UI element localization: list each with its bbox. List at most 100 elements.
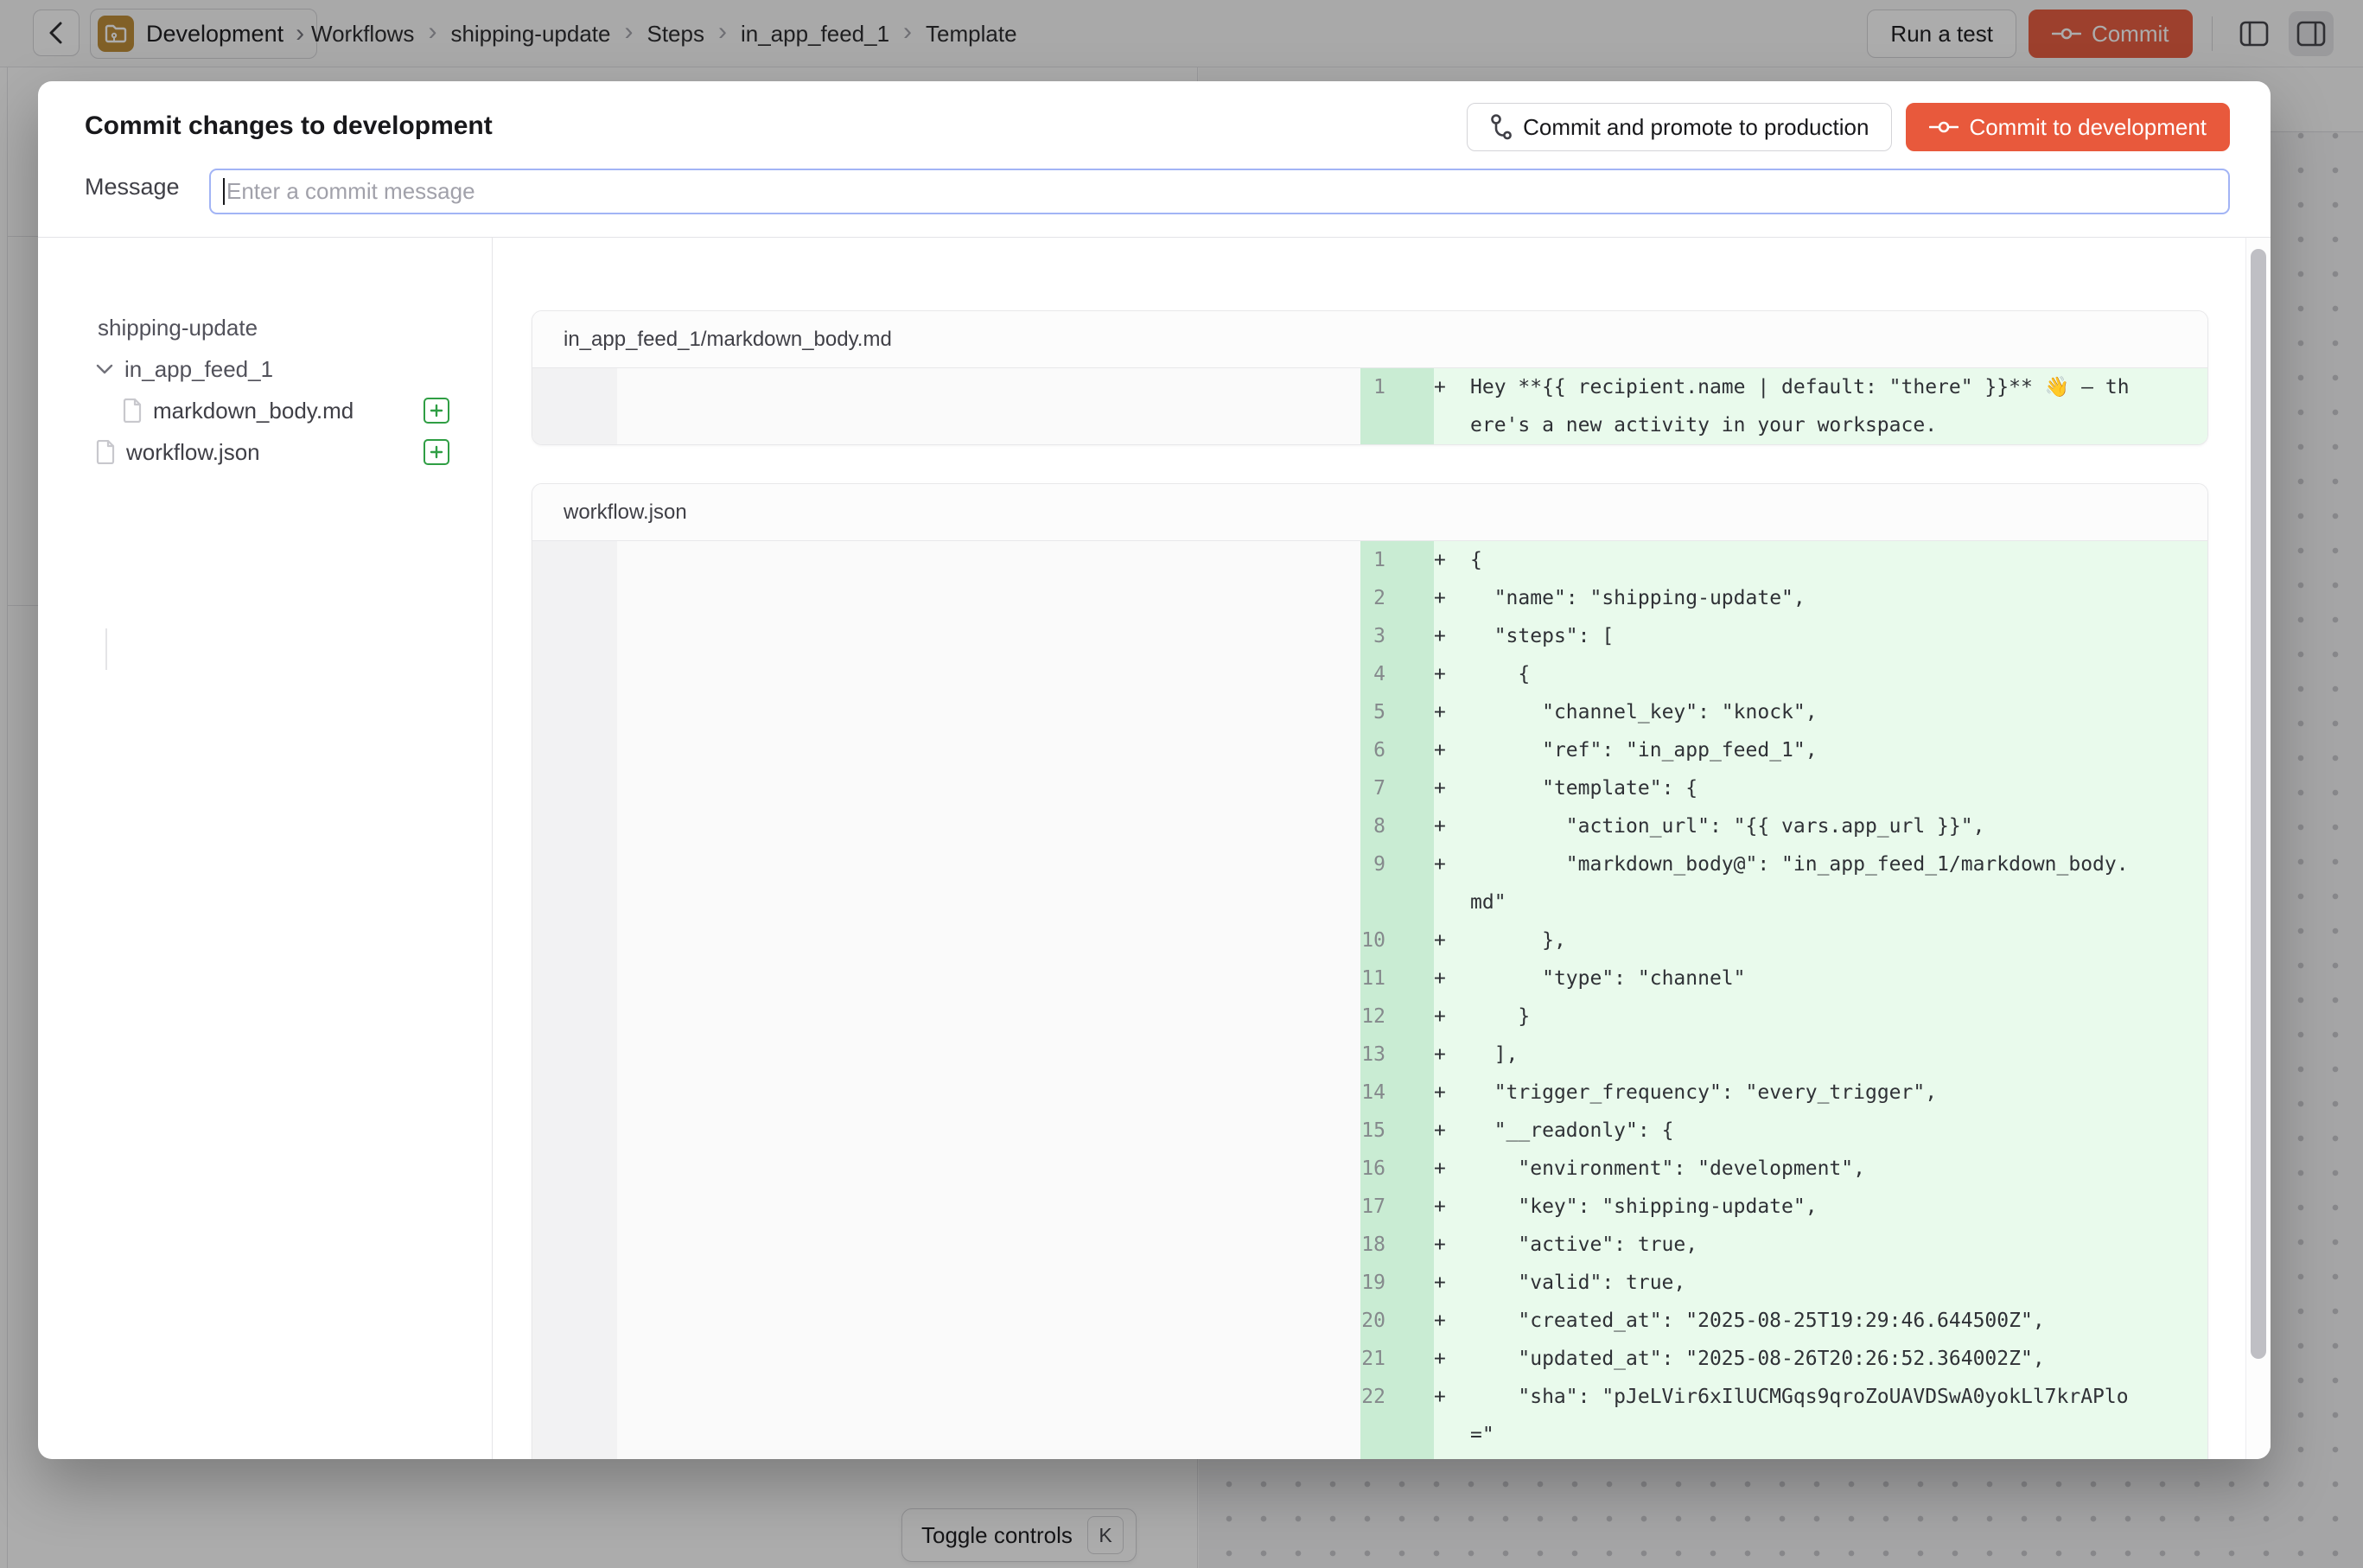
diff-filename: workflow.json bbox=[532, 484, 2207, 541]
code-text: "ref": "in_app_feed_1", bbox=[1470, 731, 2132, 769]
diff-added-sign: + bbox=[1408, 1036, 1470, 1074]
line-number: 20 bbox=[532, 1302, 1408, 1340]
code-text: "valid": true, bbox=[1470, 1264, 2132, 1302]
line-number: 22 bbox=[532, 1378, 1408, 1416]
commit-message-input[interactable] bbox=[209, 169, 2230, 214]
code-text: ], bbox=[1470, 1036, 2132, 1074]
code-text: "environment": "development", bbox=[1470, 1150, 2132, 1188]
code-text: "active": true, bbox=[1470, 1226, 2132, 1264]
line-number: 1 bbox=[532, 541, 1408, 579]
diff-added-sign: + bbox=[1408, 769, 1470, 807]
added-file-plus-icon bbox=[424, 398, 449, 424]
diff-line-8: 8+ "action_url": "{{ vars.app_url }}", bbox=[532, 807, 2207, 845]
diff-added-sign: + bbox=[1408, 959, 1470, 998]
line-number: 15 bbox=[532, 1112, 1408, 1150]
code-text: "key": "shipping-update", bbox=[1470, 1188, 2132, 1226]
line-number: 9 bbox=[532, 845, 1408, 883]
diff-added-sign: + bbox=[1408, 1188, 1470, 1226]
diff-added-sign: + bbox=[1408, 1226, 1470, 1264]
diff-added-sign: + bbox=[1408, 1340, 1470, 1378]
diff-card-markdown-body: in_app_feed_1/markdown_body.md 1+Hey **{… bbox=[532, 310, 2208, 445]
file-icon bbox=[122, 398, 143, 423]
line-number: 5 bbox=[532, 693, 1408, 731]
line-number: 7 bbox=[532, 769, 1408, 807]
code-text: "sha": "pJeLVir6xIlUCMGqs9qroZoUAVDSwA0y… bbox=[1470, 1378, 2132, 1454]
modal-header: Commit changes to development Commit and… bbox=[38, 81, 2271, 238]
diff-line-17: 17+ "key": "shipping-update", bbox=[532, 1188, 2207, 1226]
promote-button-label: Commit and promote to production bbox=[1523, 114, 1869, 141]
diff-added-sign: + bbox=[1408, 998, 1470, 1036]
diff-line-4: 4+ { bbox=[532, 655, 2207, 693]
tree-item-workflow-root: shipping-update bbox=[38, 307, 492, 348]
diff-line-13: 13+ ], bbox=[532, 1036, 2207, 1074]
diff-added-sign: + bbox=[1408, 368, 1470, 406]
code-text: "name": "shipping-update", bbox=[1470, 579, 2132, 617]
diff-added-sign: + bbox=[1408, 731, 1470, 769]
diff-lines: 1+{2+ "name": "shipping-update",3+ "step… bbox=[532, 541, 2207, 1459]
line-number: 13 bbox=[532, 1036, 1408, 1074]
diff-card-workflow-json: workflow.json 1+{2+ "name": "shipping-up… bbox=[532, 483, 2208, 1459]
commit-to-development-button[interactable]: Commit to development bbox=[1906, 103, 2230, 151]
diff-added-sign: + bbox=[1408, 1150, 1470, 1188]
diff-line-6: 6+ "ref": "in_app_feed_1", bbox=[532, 731, 2207, 769]
diff-added-sign: + bbox=[1408, 845, 1470, 883]
text-caret bbox=[223, 178, 225, 205]
diff-line-9: 9+ "markdown_body@": "in_app_feed_1/mark… bbox=[532, 845, 2207, 921]
message-label: Message bbox=[85, 174, 180, 201]
tree-item-markdown-body[interactable]: markdown_body.md bbox=[38, 390, 492, 431]
modal-scrollbar-thumb[interactable] bbox=[2251, 249, 2266, 1359]
line-number: 23 bbox=[532, 1454, 1408, 1459]
code-text: "action_url": "{{ vars.app_url }}", bbox=[1470, 807, 2132, 845]
diff-added-sign: + bbox=[1408, 617, 1470, 655]
code-text: Hey **{{ recipient.name | default: "ther… bbox=[1470, 368, 2132, 444]
diff-line-18: 18+ "active": true, bbox=[532, 1226, 2207, 1264]
diff-line-3: 3+ "steps": [ bbox=[532, 617, 2207, 655]
line-number: 14 bbox=[532, 1074, 1408, 1112]
code-text: "trigger_frequency": "every_trigger", bbox=[1470, 1074, 2132, 1112]
diff-lines: 1+Hey **{{ recipient.name | default: "th… bbox=[532, 368, 2207, 444]
line-number: 21 bbox=[532, 1340, 1408, 1378]
diff-added-sign: + bbox=[1408, 921, 1470, 959]
tree-item-workflow-json[interactable]: workflow.json bbox=[38, 431, 492, 473]
commit-modal: Commit changes to development Commit and… bbox=[38, 81, 2271, 1459]
line-number: 17 bbox=[532, 1188, 1408, 1226]
code-text: { bbox=[1470, 655, 2132, 693]
diff-line-14: 14+ "trigger_frequency": "every_trigger"… bbox=[532, 1074, 2207, 1112]
code-text: "channel_key": "knock", bbox=[1470, 693, 2132, 731]
diff-added-sign: + bbox=[1408, 1302, 1470, 1340]
promote-icon bbox=[1490, 113, 1513, 141]
line-number: 12 bbox=[532, 998, 1408, 1036]
added-file-plus-icon bbox=[424, 439, 449, 465]
code-text: "type": "channel" bbox=[1470, 959, 2132, 998]
line-number: 10 bbox=[532, 921, 1408, 959]
diff-added-sign: + bbox=[1408, 807, 1470, 845]
diff-line-1: 1+Hey **{{ recipient.name | default: "th… bbox=[532, 368, 2207, 444]
file-icon bbox=[95, 440, 116, 464]
code-text: "updated_at": "2025-08-26T20:26:52.36400… bbox=[1470, 1340, 2132, 1378]
code-text: "markdown_body@": "in_app_feed_1/markdow… bbox=[1470, 845, 2132, 921]
diff-added-sign: + bbox=[1408, 1378, 1470, 1416]
diff-line-10: 10+ }, bbox=[532, 921, 2207, 959]
diff-line-16: 16+ "environment": "development", bbox=[532, 1150, 2207, 1188]
diff-line-15: 15+ "__readonly": { bbox=[532, 1112, 2207, 1150]
diff-line-23: 23+ } bbox=[532, 1454, 2207, 1459]
diff-added-sign: + bbox=[1408, 655, 1470, 693]
commit-icon bbox=[1929, 119, 1959, 135]
diff-line-2: 2+ "name": "shipping-update", bbox=[532, 579, 2207, 617]
line-number: 11 bbox=[532, 959, 1408, 998]
diff-line-7: 7+ "template": { bbox=[532, 769, 2207, 807]
commit-and-promote-button[interactable]: Commit and promote to production bbox=[1467, 103, 1892, 151]
code-text: "steps": [ bbox=[1470, 617, 2132, 655]
code-text: { bbox=[1470, 541, 2132, 579]
diff-filename: in_app_feed_1/markdown_body.md bbox=[532, 311, 2207, 368]
code-text: "__readonly": { bbox=[1470, 1112, 2132, 1150]
code-text: "created_at": "2025-08-25T19:29:46.64450… bbox=[1470, 1302, 2132, 1340]
code-text: } bbox=[1470, 1454, 2132, 1459]
diff-list: in_app_feed_1/markdown_body.md 1+Hey **{… bbox=[494, 238, 2245, 1459]
diff-added-sign: + bbox=[1408, 1264, 1470, 1302]
changed-files-tree: shipping-update in_app_feed_1 markdown_b… bbox=[38, 238, 493, 1459]
line-number: 18 bbox=[532, 1226, 1408, 1264]
diff-line-11: 11+ "type": "channel" bbox=[532, 959, 2207, 998]
tree-item-step-group[interactable]: in_app_feed_1 bbox=[38, 348, 492, 390]
diff-added-sign: + bbox=[1408, 541, 1470, 579]
